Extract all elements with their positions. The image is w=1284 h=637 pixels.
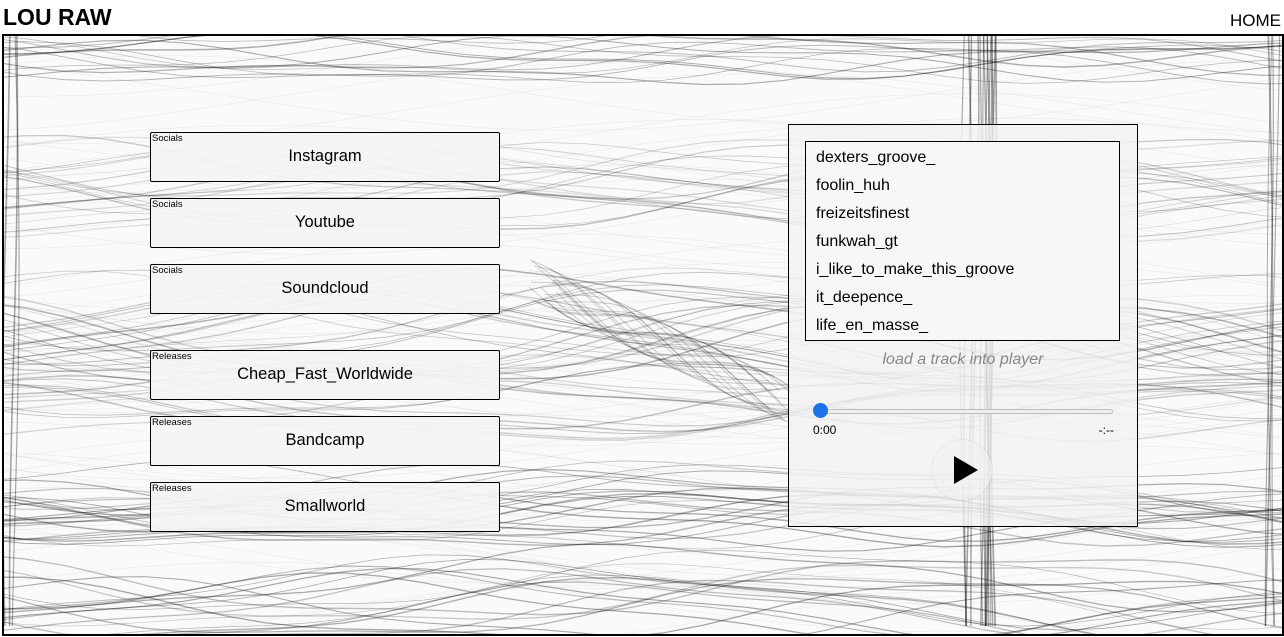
site-title: LOU RAW [3,4,112,30]
link-label: Smallworld [284,497,366,515]
play-button[interactable] [932,440,992,500]
link-label: Instagram [288,147,362,165]
link-category-label: Releases [152,483,192,494]
link-label: Bandcamp [285,431,365,449]
soundcloud-link-button[interactable]: Socials Soundcloud [150,264,500,314]
smallworld-link-button[interactable]: Releases Smallworld [150,482,500,532]
bandcamp-link-button[interactable]: Releases Bandcamp [150,416,500,466]
play-icon [954,456,978,484]
track-item[interactable]: life_en_masse_ [806,312,1119,340]
seek-track [817,409,1113,414]
link-label: Soundcloud [281,279,369,297]
home-link[interactable]: HOME [1230,11,1281,31]
seek-thumb[interactable] [813,403,828,418]
link-category-label: Socials [152,265,183,276]
flow-field-background: Socials Instagram Socials Youtube Social… [2,34,1284,636]
track-item[interactable]: dexters_groove_ [806,144,1119,172]
youtube-link-button[interactable]: Socials Youtube [150,198,500,248]
track-item[interactable]: it_deepence_ [806,284,1119,312]
track-item[interactable]: i_like_to_make_this_groove [806,256,1119,284]
current-time: 0:00 [813,423,837,437]
link-category-label: Socials [152,199,183,210]
link-label: Cheap_Fast_Worldwide [237,365,413,383]
link-category-label: Releases [152,417,192,428]
link-category-label: Releases [152,351,192,362]
seek-slider[interactable] [813,402,1113,420]
link-label: Youtube [295,213,355,231]
link-category-label: Socials [152,133,183,144]
audio-player: dexters_groove_ foolin_huh freizeitsfine… [788,124,1138,527]
total-time: -:-- [1098,423,1114,437]
track-item[interactable]: funkwah_gt [806,228,1119,256]
top-bar: LOU RAW HOME [0,0,1284,34]
player-hint-text: load a track into player [882,351,1044,368]
track-item[interactable]: freizeitsfinest [806,200,1119,228]
track-item[interactable]: foolin_huh [806,172,1119,200]
cheap-fast-worldwide-link-button[interactable]: Releases Cheap_Fast_Worldwide [150,350,500,400]
track-list[interactable]: dexters_groove_ foolin_huh freizeitsfine… [805,141,1120,341]
instagram-link-button[interactable]: Socials Instagram [150,132,500,182]
